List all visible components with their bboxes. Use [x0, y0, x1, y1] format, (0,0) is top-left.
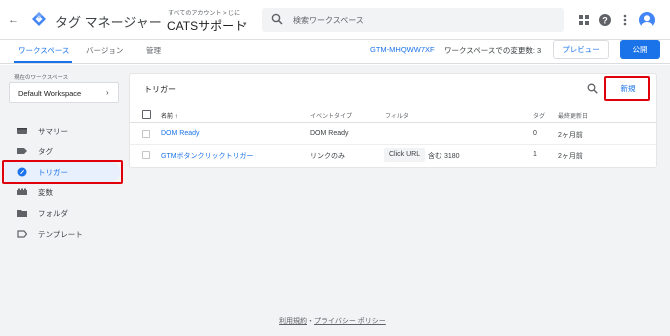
tab-admin[interactable]: 管理: [146, 45, 161, 56]
sidebar-item-folders[interactable]: フォルダ: [5, 203, 120, 223]
publish-button[interactable]: 公開: [620, 40, 660, 59]
chevron-down-icon[interactable]: ▾: [243, 20, 247, 28]
sidebar-item-label: テンプレート: [38, 230, 83, 239]
search-placeholder: 検索ワークスペース: [293, 16, 364, 25]
triggers-card: トリガー 新規 名前 ↑ イベントタイプ フィルタ タグ 最終更新日 DOM R…: [130, 74, 656, 167]
search-input[interactable]: 検索ワークスペース: [262, 8, 564, 32]
workspace-selector[interactable]: Default Workspace ›: [9, 82, 119, 103]
workspace-label: 現在のワークスペース: [14, 75, 69, 81]
preview-button[interactable]: プレビュー: [553, 40, 609, 59]
new-trigger-button[interactable]: 新規: [610, 80, 646, 98]
search-icon[interactable]: [587, 83, 598, 94]
avatar[interactable]: [639, 12, 655, 28]
trigger-icon: [17, 167, 27, 177]
active-tab-indicator: [14, 61, 72, 63]
sidebar-item-templates[interactable]: テンプレート: [5, 224, 120, 244]
top-app-bar: ← タグ マネージャー すべてのアカウント > じに CATSサポート ▾ 検索…: [0, 0, 670, 40]
select-all-checkbox[interactable]: [142, 110, 151, 119]
summary-icon: [17, 128, 27, 134]
sidebar-item-label: 変数: [38, 188, 53, 197]
tag-icon: [17, 148, 27, 154]
chevron-right-icon: ›: [106, 88, 109, 97]
trigger-name-link[interactable]: DOM Ready: [161, 130, 200, 137]
sidebar-item-triggers[interactable]: トリガー: [5, 162, 120, 182]
privacy-policy-link[interactable]: プライバシー ポリシー: [314, 318, 386, 325]
search-icon: [271, 13, 283, 25]
sidebar-item-label: フォルダ: [38, 209, 68, 218]
gtm-logo-icon: [32, 12, 46, 26]
row-checkbox[interactable]: [142, 130, 150, 138]
terms-link[interactable]: 利用規約: [279, 318, 307, 325]
sidebar-item-summary[interactable]: サマリー: [5, 121, 120, 141]
container-id[interactable]: GTM-MHQWW7XF: [370, 45, 435, 54]
footer: 利用規約・プライバシー ポリシー: [279, 316, 386, 326]
tab-versions[interactable]: バージョン: [86, 45, 123, 56]
user-avatar-icon: [641, 15, 653, 28]
table-row[interactable]: DOM Ready DOM Ready 0 2ヶ月前: [130, 124, 656, 145]
table-header: 名前 ↑ イベントタイプ フィルタ タグ 最終更新日: [130, 107, 656, 123]
app-name: タグ マネージャー: [55, 15, 162, 30]
sidebar-item-label: タグ: [38, 147, 53, 156]
apps-icon[interactable]: [577, 13, 591, 27]
event-type: DOM Ready: [310, 130, 349, 137]
trigger-name-link[interactable]: GTMボタンクリックトリガー: [161, 151, 254, 161]
help-icon[interactable]: ?: [598, 13, 612, 27]
column-last-edited[interactable]: 最終更新日: [558, 111, 588, 120]
column-filter: フィルタ: [385, 114, 409, 120]
last-edited: 2ヶ月前: [558, 132, 583, 139]
folder-icon: [17, 210, 27, 217]
filter-variable-chip: Click URL: [384, 148, 426, 162]
workspace-name: Default Workspace: [18, 89, 82, 98]
column-tags[interactable]: タグ: [533, 111, 545, 120]
footer-separator: ・: [307, 318, 314, 325]
last-edited: 2ヶ月前: [558, 153, 583, 160]
sub-nav-bar: ワークスペース バージョン 管理 GTM-MHQWW7XF ワークスペースでの変…: [0, 40, 670, 64]
sidebar-item-label: トリガー: [38, 168, 68, 177]
container-selector[interactable]: CATSサポート: [167, 17, 246, 34]
back-arrow-icon[interactable]: ←: [8, 14, 19, 26]
filter-condition: 含む 3180: [428, 153, 460, 160]
tab-workspace[interactable]: ワークスペース: [18, 45, 69, 56]
variable-icon: [17, 188, 27, 195]
event-type: リンクのみ: [310, 153, 345, 160]
account-path[interactable]: すべてのアカウント > じに: [168, 8, 240, 17]
workspace-changes-count: ワークスペースでの変更数: 3: [444, 46, 542, 55]
card-title: トリガー: [144, 85, 176, 94]
more-vert-icon[interactable]: [618, 13, 632, 27]
sidebar-item-tags[interactable]: タグ: [5, 141, 120, 161]
table-row[interactable]: GTMボタンクリックトリガー リンクのみ Click URL 含む 3180 1…: [130, 145, 656, 166]
tag-count: 1: [533, 151, 537, 158]
column-name[interactable]: 名前 ↑: [161, 111, 178, 120]
sidebar-item-variables[interactable]: 変数: [5, 182, 120, 202]
svg-text:?: ?: [602, 15, 608, 25]
column-event-type[interactable]: イベントタイプ: [310, 111, 352, 120]
row-checkbox[interactable]: [142, 151, 150, 159]
template-icon: [17, 230, 27, 238]
sidebar-item-label: サマリー: [38, 127, 68, 136]
tag-count: 0: [533, 130, 537, 137]
